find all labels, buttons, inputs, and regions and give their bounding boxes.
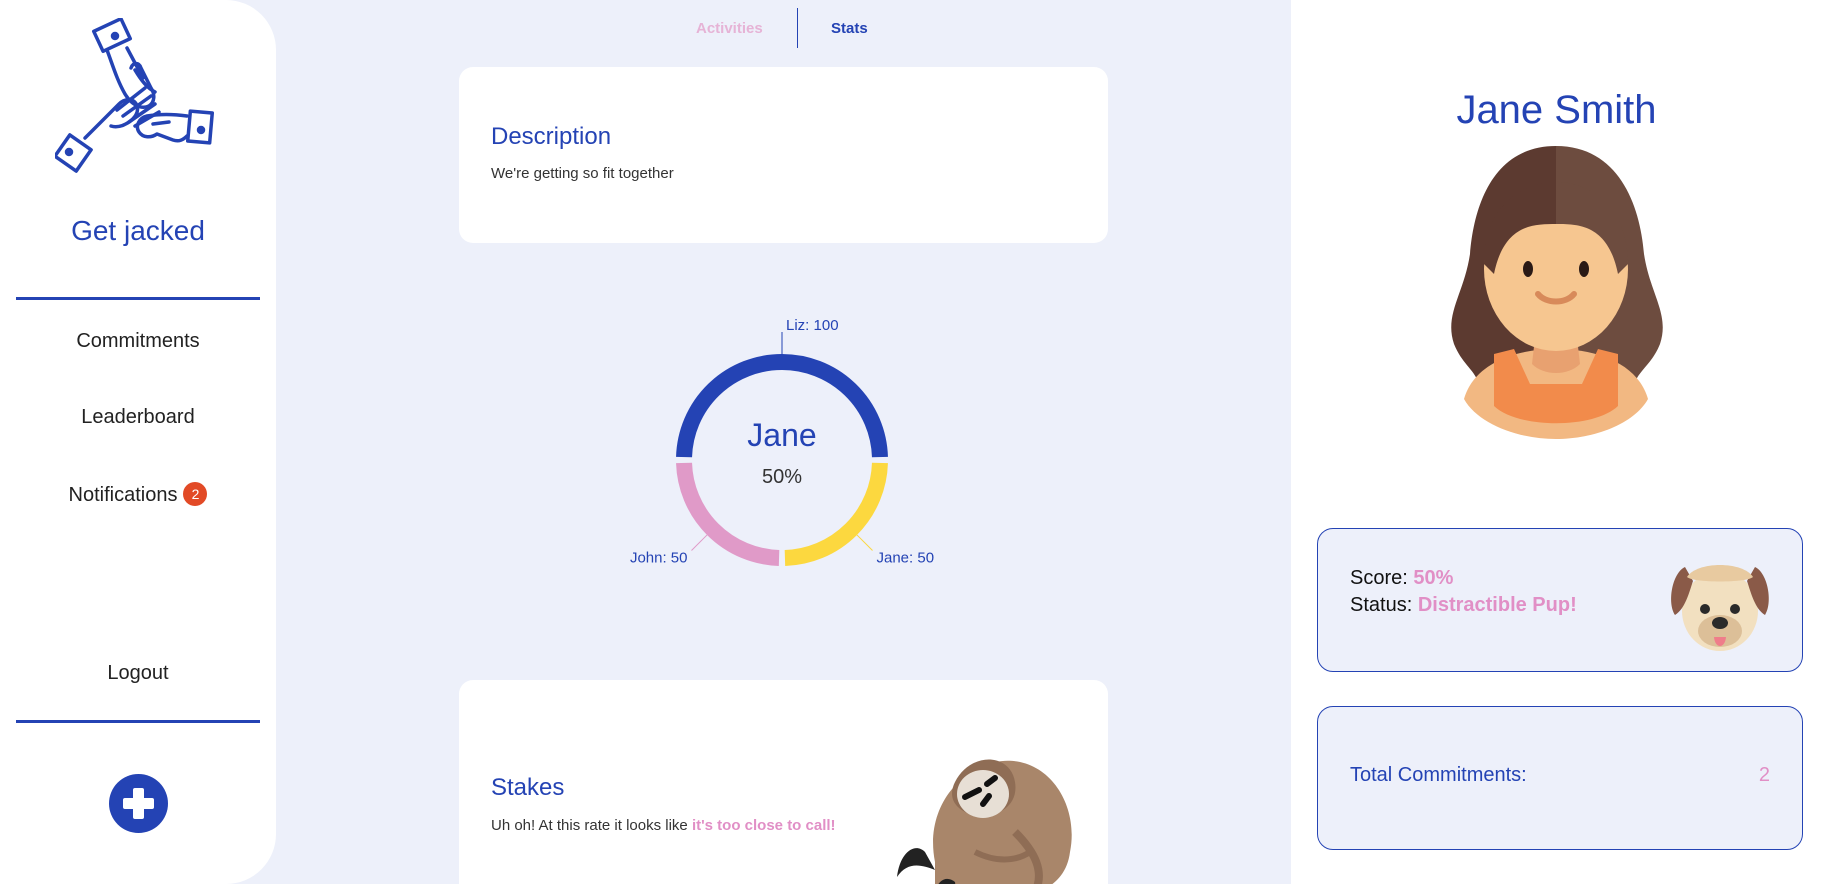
chart-center-title: Jane <box>747 417 816 453</box>
slice-label-john: John: 50 <box>630 550 688 567</box>
status-label: Status: <box>1350 594 1413 616</box>
puppy-icon <box>1671 565 1769 651</box>
status-line: Status: Distractible Pup! <box>1350 594 1577 617</box>
chart-center-value: 50% <box>762 466 802 488</box>
profile-panel: Jane Smith Score: 50% Status: Distractib… <box>1291 0 1822 884</box>
avatar <box>1451 146 1663 439</box>
slice-label-jane: Jane: 50 <box>877 550 935 567</box>
description-title: Description <box>491 123 612 150</box>
add-button[interactable] <box>109 774 168 833</box>
team-hands-logo-icon <box>55 18 215 173</box>
group-title: Get jacked <box>71 215 205 246</box>
tab-stats[interactable]: Stats <box>831 20 868 37</box>
sidebar-divider-top <box>16 297 260 300</box>
leader-line-john <box>691 534 708 551</box>
profile-name: Jane Smith <box>1456 88 1657 132</box>
description-card: Description We're getting so fit togethe… <box>459 67 1108 243</box>
score-value: 50% <box>1413 567 1454 589</box>
total-commitments-label: Total Commitments: <box>1350 764 1527 786</box>
slice-label-liz: Liz: 100 <box>786 317 839 334</box>
tab-activities[interactable]: Activities <box>696 20 763 37</box>
sidebar: Get jacked Commitments Leaderboard Notif… <box>0 0 276 884</box>
description-text: We're getting so fit together <box>491 165 674 182</box>
donut-chart: Jane 50% Liz: 100 Jane: 50 John: 50 <box>630 317 935 567</box>
sidebar-divider-bottom <box>16 720 260 723</box>
total-commitments-value: 2 <box>1758 764 1770 786</box>
stakes-text: Uh oh! At this rate it looks like it's t… <box>491 817 836 834</box>
score-line: Score: 50% <box>1350 567 1453 590</box>
sidebar-item-notifications[interactable]: Notifications 2 <box>0 482 276 507</box>
notifications-badge: 2 <box>183 482 208 506</box>
leader-line-jane <box>856 534 873 551</box>
notifications-label: Notifications <box>68 484 178 506</box>
sidebar-item-commitments[interactable]: Commitments <box>0 330 276 353</box>
score-label: Score: <box>1350 567 1408 589</box>
sidebar-item-logout[interactable]: Logout <box>0 662 276 685</box>
tab-bar: Activities Stats <box>660 8 920 48</box>
stakes-card: Stakes Uh oh! At this rate it looks like… <box>459 680 1108 884</box>
stakes-title: Stakes <box>491 774 565 801</box>
tab-separator <box>797 8 798 48</box>
status-value: Distractible Pup! <box>1417 594 1577 616</box>
stakes-text-body: Uh oh! At this rate it looks like <box>491 817 692 834</box>
score-status-box: Score: 50% Status: Distractible Pup! <box>1317 528 1803 672</box>
sidebar-item-leaderboard[interactable]: Leaderboard <box>0 406 276 429</box>
sloth-icon <box>897 759 1072 884</box>
stakes-highlight: it's too close to call! <box>691 817 836 834</box>
total-commitments-box: Total Commitments: 2 <box>1317 706 1803 850</box>
